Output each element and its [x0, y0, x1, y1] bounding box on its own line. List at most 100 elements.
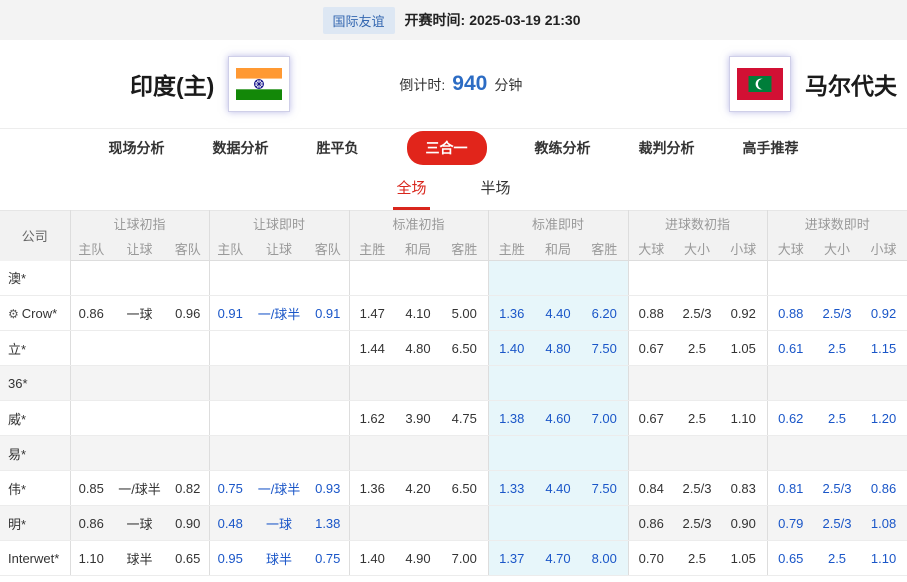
odds-cell[interactable]: 0.86 [70, 506, 112, 541]
scope-tab-0[interactable]: 全场 [393, 167, 429, 210]
odds-cell[interactable]: 6.50 [441, 331, 488, 366]
odds-cell[interactable]: 0.86 [70, 296, 112, 331]
odds-cell[interactable]: 球半 [112, 541, 167, 576]
odds-cell[interactable]: 2.5 [674, 541, 720, 576]
odds-cell[interactable]: 球半 [251, 541, 307, 576]
odds-cell[interactable]: 0.75 [209, 471, 251, 506]
odds-cell[interactable]: 0.95 [209, 541, 251, 576]
odds-cell[interactable]: 6.20 [581, 296, 628, 331]
odds-cell[interactable]: 0.86 [628, 506, 674, 541]
odds-cell[interactable]: 0.92 [720, 296, 767, 331]
odds-cell[interactable]: 0.67 [628, 401, 674, 436]
odds-cell[interactable]: 0.83 [720, 471, 767, 506]
company-cell[interactable]: 36* [0, 366, 70, 401]
company-cell[interactable]: 威* [0, 401, 70, 436]
odds-cell[interactable]: 1.10 [860, 541, 907, 576]
odds-cell[interactable]: 2.5 [814, 541, 860, 576]
odds-cell[interactable]: 2.5/3 [674, 471, 720, 506]
odds-cell[interactable]: 4.60 [535, 401, 581, 436]
odds-cell[interactable]: 1.36 [349, 471, 395, 506]
league-badge[interactable]: 国际友谊 [323, 7, 395, 34]
nav-tab-3[interactable]: 三合一 [407, 131, 487, 165]
odds-cell[interactable]: 0.65 [767, 541, 814, 576]
company-cell[interactable]: ⚙Crow* [0, 296, 70, 331]
odds-cell[interactable]: 1.20 [860, 401, 907, 436]
odds-cell[interactable]: 1.38 [307, 506, 349, 541]
odds-cell[interactable]: 0.82 [167, 471, 209, 506]
odds-cell[interactable]: 2.5 [814, 331, 860, 366]
odds-cell[interactable]: 4.10 [395, 296, 441, 331]
odds-cell[interactable]: 6.50 [441, 471, 488, 506]
odds-cell[interactable]: 1.33 [488, 471, 535, 506]
away-team-name[interactable]: 马尔代夫 [805, 67, 897, 101]
odds-cell[interactable]: 7.50 [581, 331, 628, 366]
odds-cell[interactable]: 1.05 [720, 541, 767, 576]
odds-cell[interactable]: 4.70 [535, 541, 581, 576]
odds-cell[interactable]: 一球 [112, 506, 167, 541]
odds-cell[interactable]: 2.5 [674, 331, 720, 366]
odds-cell[interactable]: 4.20 [395, 471, 441, 506]
odds-cell[interactable]: 1.62 [349, 401, 395, 436]
odds-cell[interactable]: 0.81 [767, 471, 814, 506]
odds-cell[interactable]: 2.5/3 [814, 506, 860, 541]
odds-cell[interactable]: 一球 [112, 296, 167, 331]
odds-cell[interactable]: 0.61 [767, 331, 814, 366]
odds-cell[interactable]: 1.08 [860, 506, 907, 541]
odds-cell[interactable]: 0.96 [167, 296, 209, 331]
odds-cell[interactable]: 0.79 [767, 506, 814, 541]
odds-cell[interactable]: 1.40 [349, 541, 395, 576]
odds-cell[interactable]: 0.90 [167, 506, 209, 541]
odds-cell[interactable]: 1.05 [720, 331, 767, 366]
odds-cell[interactable]: 1.10 [70, 541, 112, 576]
odds-cell[interactable]: 7.50 [581, 471, 628, 506]
odds-cell[interactable]: 1.44 [349, 331, 395, 366]
odds-cell[interactable]: 1.47 [349, 296, 395, 331]
odds-cell[interactable]: 0.91 [209, 296, 251, 331]
odds-cell[interactable]: 一/球半 [251, 471, 307, 506]
odds-cell[interactable]: 0.92 [860, 296, 907, 331]
odds-cell[interactable]: 7.00 [441, 541, 488, 576]
odds-cell[interactable]: 一/球半 [251, 296, 307, 331]
company-cell[interactable]: 明* [0, 506, 70, 541]
odds-cell[interactable]: 7.00 [581, 401, 628, 436]
odds-cell[interactable]: 0.88 [767, 296, 814, 331]
odds-cell[interactable]: 2.5/3 [814, 296, 860, 331]
odds-cell[interactable]: 0.85 [70, 471, 112, 506]
home-team-name[interactable]: 印度(主) [130, 67, 214, 101]
odds-cell[interactable]: 1.36 [488, 296, 535, 331]
odds-cell[interactable]: 4.40 [535, 471, 581, 506]
odds-cell[interactable]: 2.5/3 [674, 296, 720, 331]
odds-cell[interactable]: 4.75 [441, 401, 488, 436]
odds-cell[interactable]: 1.10 [720, 401, 767, 436]
odds-cell[interactable]: 0.48 [209, 506, 251, 541]
nav-tab-1[interactable]: 数据分析 [213, 138, 269, 158]
nav-tab-6[interactable]: 高手推荐 [743, 138, 799, 158]
scope-tab-1[interactable]: 半场 [478, 167, 514, 210]
odds-cell[interactable]: 一球 [251, 506, 307, 541]
odds-cell[interactable]: 1.40 [488, 331, 535, 366]
company-cell[interactable]: 澳* [0, 261, 70, 296]
company-cell[interactable]: Interwet* [0, 541, 70, 576]
odds-cell[interactable]: 0.84 [628, 471, 674, 506]
odds-cell[interactable]: 0.65 [167, 541, 209, 576]
nav-tab-2[interactable]: 胜平负 [317, 138, 359, 158]
odds-cell[interactable]: 5.00 [441, 296, 488, 331]
company-cell[interactable]: 立* [0, 331, 70, 366]
odds-cell[interactable]: 8.00 [581, 541, 628, 576]
odds-cell[interactable]: 0.88 [628, 296, 674, 331]
company-cell[interactable]: 伟* [0, 471, 70, 506]
odds-cell[interactable]: 1.15 [860, 331, 907, 366]
odds-cell[interactable]: 0.86 [860, 471, 907, 506]
nav-tab-4[interactable]: 教练分析 [535, 138, 591, 158]
odds-cell[interactable]: 4.80 [395, 331, 441, 366]
nav-tab-5[interactable]: 裁判分析 [639, 138, 695, 158]
odds-cell[interactable]: 一/球半 [112, 471, 167, 506]
odds-cell[interactable]: 4.80 [535, 331, 581, 366]
odds-cell[interactable]: 2.5 [814, 401, 860, 436]
nav-tab-0[interactable]: 现场分析 [109, 138, 165, 158]
odds-cell[interactable]: 0.75 [307, 541, 349, 576]
odds-cell[interactable]: 0.90 [720, 506, 767, 541]
odds-cell[interactable]: 0.70 [628, 541, 674, 576]
odds-cell[interactable]: 1.37 [488, 541, 535, 576]
odds-cell[interactable]: 2.5/3 [814, 471, 860, 506]
